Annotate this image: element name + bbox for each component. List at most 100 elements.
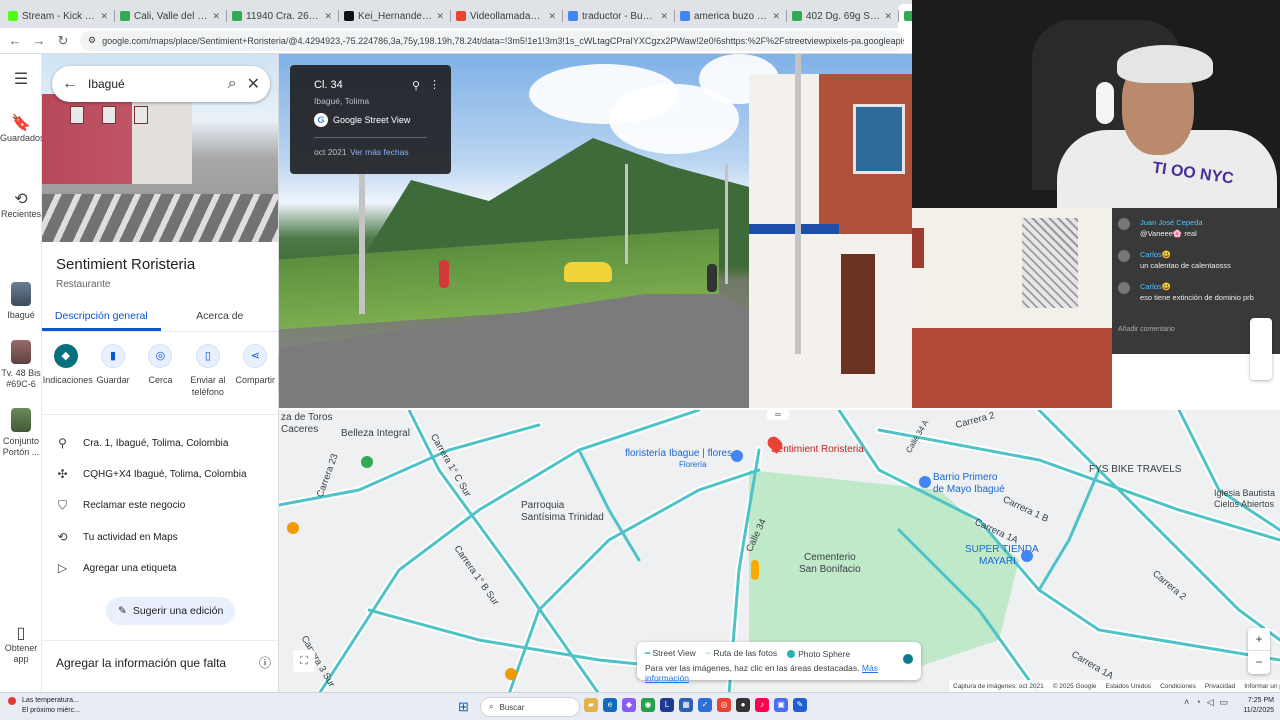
map-label[interactable]: FYS BIKE TRAVELS	[1089, 464, 1181, 475]
recent-item-conjunto[interactable]: Conjunto Portón ...	[0, 408, 42, 458]
search-icon[interactable]: ⌕	[228, 75, 237, 93]
browser-tab[interactable]: Kei_Hernandez.0 (@kei_hvman)✕	[338, 4, 450, 28]
location-pin-icon[interactable]: ⚲	[412, 79, 420, 92]
browser-tab[interactable]: Stream - Kick Dashboard✕	[2, 4, 114, 28]
app-icon[interactable]: ✎	[793, 698, 807, 712]
drag-handle-icon[interactable]: ═	[767, 410, 789, 420]
zoom-in-button[interactable]: +	[1248, 628, 1270, 651]
park-pin-icon[interactable]	[361, 456, 373, 468]
wifi-icon[interactable]: ◔	[1195, 697, 1200, 708]
obs-icon[interactable]: ●	[736, 698, 750, 712]
zoom-out-button[interactable]: −	[1248, 651, 1270, 674]
browser-tab[interactable]: traductor - Buscar con Google ✕	[562, 4, 674, 28]
get-app-button[interactable]: ▯ Obtener app	[0, 626, 42, 665]
close-tab-icon[interactable]: ✕	[436, 11, 444, 22]
share-button[interactable]: ⋖ Compartir	[232, 344, 278, 398]
battery-icon[interactable]: ▭	[1220, 697, 1229, 708]
legend-toggle[interactable]	[903, 654, 913, 664]
pegman-icon[interactable]	[751, 560, 759, 580]
restaurant-pin-icon[interactable]	[287, 522, 299, 534]
app-icon[interactable]: ▦	[679, 698, 693, 712]
map-footer-link[interactable]: Privacidad	[1205, 683, 1235, 690]
menu-button[interactable]: ☰	[0, 72, 42, 89]
browser-tab[interactable]: Cali, Valle del Cauca - Google Maps ✕	[114, 4, 226, 28]
map-footer-link[interactable]: Estados Unidos	[1106, 683, 1152, 690]
recent-button[interactable]: ⟲ Recientes	[0, 192, 42, 220]
map-view[interactable]: ═ za de Toros Caceres Belleza Integral f…	[279, 408, 1280, 692]
tab-about[interactable]: Acerca de	[161, 300, 279, 331]
plus-code-row[interactable]: ✣ CQHG+X4 Ibagué, Tolima, Colombia	[56, 467, 271, 481]
claim-business-row[interactable]: ⛉ Reclamar este negocio	[56, 498, 271, 513]
site-info-icon[interactable]: ⚙	[88, 35, 96, 46]
url-field[interactable]: ⚙ google.com/maps/place/Sentimient+Roris…	[80, 30, 904, 51]
tiktok-icon[interactable]: ♪	[755, 698, 769, 712]
windows-start-icon[interactable]: ⊞	[458, 699, 469, 715]
close-tab-icon[interactable]: ✕	[772, 11, 780, 22]
app-icon[interactable]: ◆	[622, 698, 636, 712]
map-label[interactable]: Iglesia Bautista	[1214, 488, 1275, 498]
browser-tab[interactable]: Videollamadas OmeTV — 4 ✕	[450, 4, 562, 28]
maps-activity-row[interactable]: ⟲ Tu actividad en Maps	[56, 530, 271, 544]
fullscreen-icon[interactable]: ⛶	[293, 650, 315, 672]
recent-item-tv48[interactable]: Tv. 48 Bis #69C-6	[0, 340, 42, 390]
browser-tab[interactable]: america buzo rojo con negro ha ✕	[674, 4, 786, 28]
map-label[interactable]: Cielos Abiertos	[1214, 499, 1274, 509]
shop-pin-icon[interactable]	[919, 476, 931, 488]
selected-place-label[interactable]: Sentimient Roristeria	[771, 444, 864, 455]
map-label[interactable]: MAYARI	[979, 556, 1016, 567]
map-label[interactable]: Parroquia	[521, 500, 564, 511]
tab-overview[interactable]: Descripción general	[42, 300, 161, 331]
weather-widget[interactable]: Las temperatura... El próximo miérc...	[8, 696, 80, 716]
close-icon[interactable]: ✕	[247, 74, 260, 94]
map-label[interactable]: de Mayo Ibagué	[933, 484, 1005, 495]
recent-item-ibague[interactable]: Ibagué	[0, 282, 42, 321]
chrome-icon[interactable]: ◎	[717, 698, 731, 712]
add-label-row[interactable]: ▷ Agregar una etiqueta	[56, 561, 271, 575]
close-tab-icon[interactable]: ✕	[324, 11, 332, 22]
shop-pin-icon[interactable]	[1021, 550, 1033, 562]
close-tab-icon[interactable]: ✕	[884, 11, 892, 22]
address-row[interactable]: ⚲ Cra. 1, Ibagué, Tolima, Colombia	[56, 436, 271, 450]
chevron-up-icon[interactable]: ˄	[1184, 697, 1189, 708]
system-clock[interactable]: 7:25 PM 11/2/2025	[1240, 696, 1274, 716]
search-box[interactable]: ← Ibagué ⌕ ✕	[52, 66, 270, 102]
taskbar-search[interactable]: ⌕ Buscar	[480, 697, 580, 717]
file-explorer-icon[interactable]: ▰	[584, 698, 598, 712]
back-arrow-icon[interactable]: ←	[62, 75, 78, 93]
map-footer-link[interactable]: Condiciones	[1160, 683, 1196, 690]
map-label[interactable]: Caceres	[281, 424, 318, 435]
back-icon[interactable]: ←	[8, 33, 22, 48]
app-icon[interactable]: ◉	[641, 698, 655, 712]
shop-pin-icon[interactable]	[731, 450, 743, 462]
map-footer-link[interactable]: Informar un problema	[1244, 683, 1280, 690]
street-view-side-controls[interactable]	[1250, 318, 1272, 380]
map-label[interactable]: Florería	[679, 460, 707, 469]
close-tab-icon[interactable]: ✕	[100, 11, 108, 22]
app-icon[interactable]: L	[660, 698, 674, 712]
map-label[interactable]: floristería Ibague | flores	[625, 448, 732, 459]
map-label[interactable]: Cementerio	[804, 552, 856, 563]
more-dates-link[interactable]: Ver más fechas	[350, 147, 409, 157]
volume-icon[interactable]: ◁	[1207, 697, 1214, 708]
restaurant-pin-icon[interactable]	[505, 668, 517, 680]
close-tab-icon[interactable]: ✕	[548, 11, 556, 22]
map-footer-link[interactable]: © 2025 Google	[1053, 683, 1097, 690]
close-tab-icon[interactable]: ✕	[660, 11, 668, 22]
nearby-button[interactable]: ◎ Cerca	[137, 344, 183, 398]
saved-button[interactable]: 🔖 Guardados	[0, 116, 45, 144]
browser-tab[interactable]: 402 Dg. 69g Sur - Google Maps ✕	[786, 4, 898, 28]
app-icon[interactable]: ✓	[698, 698, 712, 712]
add-missing-info-row[interactable]: Agregar la información que falta ⓘ	[56, 654, 271, 671]
edge-icon[interactable]: e	[603, 698, 617, 712]
map-label[interactable]: za de Toros	[281, 412, 333, 423]
map-label[interactable]: Santísima Trinidad	[521, 512, 604, 523]
help-icon[interactable]: ⓘ	[259, 654, 271, 671]
map-label[interactable]: Belleza Integral	[341, 428, 410, 439]
reload-icon[interactable]: ↻	[56, 33, 70, 49]
suggest-edit-button[interactable]: ✎ Sugerir una edición	[106, 597, 236, 625]
map-label[interactable]: San Bonifacio	[799, 564, 861, 575]
app-icon[interactable]: ▣	[774, 698, 788, 712]
send-to-phone-button[interactable]: ▯ Enviar al teléfono	[185, 344, 231, 398]
close-tab-icon[interactable]: ✕	[212, 11, 220, 22]
place-category[interactable]: Restaurante	[56, 279, 110, 290]
